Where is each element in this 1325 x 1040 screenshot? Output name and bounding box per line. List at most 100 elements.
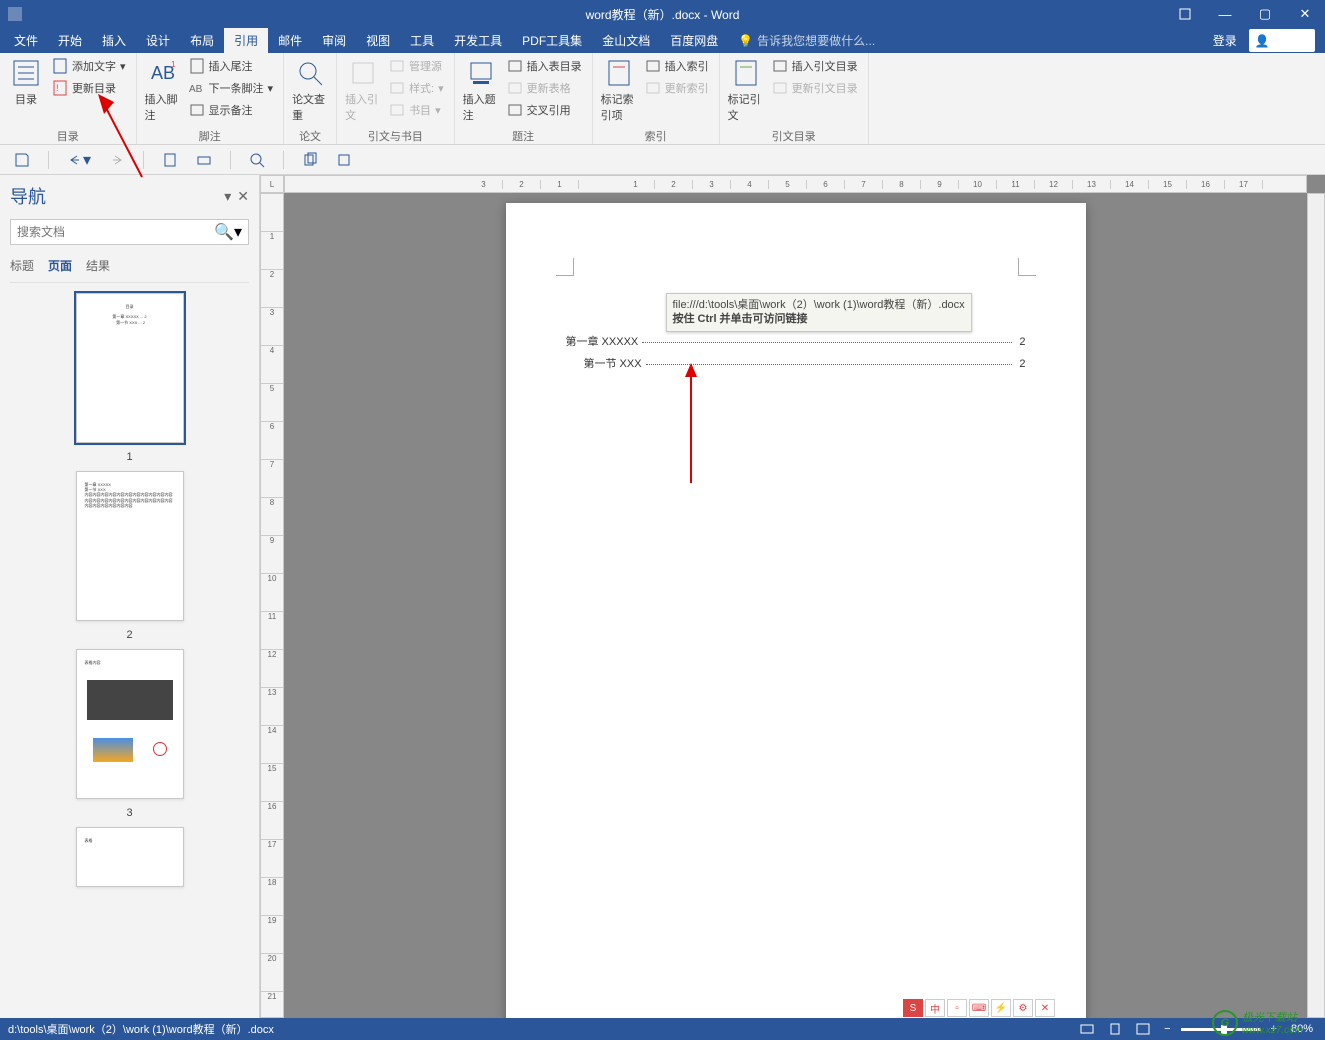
- print-button[interactable]: [196, 152, 212, 168]
- login-button[interactable]: 登录: [1207, 29, 1243, 52]
- document-page[interactable]: 第一章 XXXXX 2 第一节 XXX 2 file:///d:\tools\桌…: [506, 203, 1086, 1018]
- menu-home[interactable]: 开始: [48, 28, 92, 53]
- group-label-citations: 引文与书目: [343, 128, 448, 144]
- preview-button[interactable]: [249, 152, 265, 168]
- vertical-ruler[interactable]: 12345678910111213141516171819202122: [260, 193, 284, 1018]
- save-button[interactable]: [14, 152, 30, 168]
- close-button[interactable]: ✕: [1285, 0, 1325, 28]
- group-toc: 目录 添加文字 ▾ !更新目录 目录: [0, 53, 137, 144]
- nav-close-button[interactable]: ✕: [237, 188, 249, 205]
- view-print-layout[interactable]: [1104, 1020, 1126, 1038]
- thumbnail-page-4[interactable]: 表格: [76, 827, 184, 887]
- group-authorities: 标记引文 插入引文目录 更新引文目录 引文目录: [720, 53, 869, 144]
- group-research: 论文查重 论文: [284, 53, 337, 144]
- show-notes-button[interactable]: 显示备注: [185, 99, 278, 121]
- next-footnote-button[interactable]: AB下一条脚注 ▾: [185, 77, 278, 99]
- nav-tab-results[interactable]: 结果: [86, 257, 110, 274]
- menu-jinshan[interactable]: 金山文档: [592, 28, 660, 53]
- update-toc-button[interactable]: !更新目录: [48, 77, 130, 99]
- thumbnail-page-2[interactable]: 第一章 XXXXX第一节 XXX内容内容内容内容内容内容内容内容内容内容内容内容…: [76, 471, 184, 621]
- menu-insert[interactable]: 插入: [92, 28, 136, 53]
- tray-keyboard-icon[interactable]: ⌨: [969, 999, 989, 1017]
- nav-search[interactable]: 🔍▾: [10, 219, 249, 245]
- share-button[interactable]: 👤 共享: [1249, 29, 1315, 52]
- ruler-corner[interactable]: L: [260, 175, 284, 193]
- minimize-button[interactable]: —: [1205, 0, 1245, 28]
- insert-table-of-figures-button[interactable]: 插入表目录: [503, 55, 586, 77]
- vertical-scrollbar[interactable]: [1307, 193, 1325, 1018]
- status-path: d:\tools\桌面\work（2）\work (1)\word教程（新）.d…: [8, 1021, 1076, 1037]
- citation-style-button[interactable]: 样式: ▾: [385, 77, 448, 99]
- tray-lang-icon[interactable]: 中: [925, 999, 945, 1017]
- view-web-layout[interactable]: [1132, 1020, 1154, 1038]
- update-authorities-button[interactable]: 更新引文目录: [768, 77, 862, 99]
- hyperlink-tooltip: file:///d:\tools\桌面\work（2）\work (1)\wor…: [666, 293, 972, 332]
- add-text-button[interactable]: 添加文字 ▾: [48, 55, 130, 77]
- redo-button[interactable]: [109, 152, 125, 168]
- insert-footnote-button[interactable]: AB1 插入脚注: [143, 55, 183, 125]
- insert-caption-button[interactable]: 插入题注: [461, 55, 501, 125]
- menu-references[interactable]: 引用: [224, 28, 268, 53]
- nav-options[interactable]: ▾: [224, 188, 231, 205]
- menu-review[interactable]: 审阅: [312, 28, 356, 53]
- insert-index-button[interactable]: 插入索引: [641, 55, 713, 77]
- menu-developer[interactable]: 开发工具: [444, 28, 512, 53]
- cross-reference-button[interactable]: 交叉引用: [503, 99, 586, 121]
- menu-pdf[interactable]: PDF工具集: [512, 28, 592, 53]
- ribbon-display-options[interactable]: [1165, 0, 1205, 28]
- new-doc-button[interactable]: [162, 152, 178, 168]
- menu-mailings[interactable]: 邮件: [268, 28, 312, 53]
- annotation-arrow-2: [676, 363, 706, 483]
- thumb-label-2: 2: [126, 629, 132, 641]
- nav-search-input[interactable]: [17, 225, 214, 239]
- menu-layout[interactable]: 布局: [180, 28, 224, 53]
- view-read-mode[interactable]: [1076, 1020, 1098, 1038]
- copy-button[interactable]: [302, 152, 318, 168]
- menu-design[interactable]: 设计: [136, 28, 180, 53]
- svg-text:AB: AB: [189, 84, 203, 95]
- page-thumbnails: 目录第一章 XXXXX ... 2 第一节 XXX ... 2 1 第一章 XX…: [10, 283, 249, 1010]
- group-label-authorities: 引文目录: [726, 128, 862, 144]
- group-label-toc: 目录: [6, 128, 130, 144]
- update-index-button[interactable]: 更新索引: [641, 77, 713, 99]
- insert-endnote-button[interactable]: 插入尾注: [185, 55, 278, 77]
- tray-settings-icon[interactable]: ⚙: [1013, 999, 1033, 1017]
- menu-view[interactable]: 视图: [356, 28, 400, 53]
- ribbon: 目录 添加文字 ▾ !更新目录 目录 AB1 插入脚注 插入尾注 AB下一条脚注…: [0, 53, 1325, 145]
- undo-button[interactable]: ▾: [67, 150, 91, 170]
- bibliography-button[interactable]: 书目 ▾: [385, 99, 448, 121]
- maximize-button[interactable]: ▢: [1245, 0, 1285, 28]
- tell-me-search[interactable]: 💡 告诉我您想要做什么...: [728, 28, 885, 53]
- nav-tab-headings[interactable]: 标题: [10, 257, 34, 274]
- tray-sogou-icon[interactable]: S: [903, 999, 923, 1017]
- menu-baidu[interactable]: 百度网盘: [660, 28, 728, 53]
- insert-citation-button[interactable]: 插入引文: [343, 55, 383, 125]
- menu-tools[interactable]: 工具: [400, 28, 444, 53]
- mark-citation-button[interactable]: 标记引文: [726, 55, 766, 125]
- thumbnail-page-1[interactable]: 目录第一章 XXXXX ... 2 第一节 XXX ... 2: [76, 293, 184, 443]
- document-area: L 3211234567891011121314151617 123456789…: [260, 175, 1325, 1018]
- insert-authorities-button[interactable]: 插入引文目录: [768, 55, 862, 77]
- mark-entry-button[interactable]: 标记索引项: [599, 55, 639, 125]
- thumb-label-1: 1: [126, 451, 132, 463]
- search-icon[interactable]: 🔍▾: [214, 222, 242, 242]
- zoom-out[interactable]: −: [1160, 1021, 1174, 1037]
- tray-special-icon[interactable]: ⚡: [991, 999, 1011, 1017]
- group-label-footnotes: 脚注: [143, 128, 278, 144]
- update-table-button[interactable]: 更新表格: [503, 77, 586, 99]
- thumbnail-page-3[interactable]: 表格内容: [76, 649, 184, 799]
- format-button[interactable]: [336, 152, 352, 168]
- horizontal-ruler[interactable]: 3211234567891011121314151617: [284, 175, 1307, 193]
- research-button[interactable]: 论文查重: [290, 55, 330, 125]
- tray-close-icon[interactable]: ✕: [1035, 999, 1055, 1017]
- group-footnotes: AB1 插入脚注 插入尾注 AB下一条脚注 ▾ 显示备注 脚注: [137, 53, 285, 144]
- menu-file[interactable]: 文件: [4, 28, 48, 53]
- svg-text:1: 1: [171, 60, 176, 69]
- toc-entry-2[interactable]: 第一节 XXX 2: [566, 355, 1026, 371]
- tray-punct-icon[interactable]: ▫: [947, 999, 967, 1017]
- toc-entry-1[interactable]: 第一章 XXXXX 2: [566, 333, 1026, 349]
- nav-tab-pages[interactable]: 页面: [48, 257, 72, 274]
- title-bar: word教程（新）.docx - Word — ▢ ✕: [0, 0, 1325, 28]
- manage-sources-button[interactable]: 管理源: [385, 55, 448, 77]
- toc-button[interactable]: 目录: [6, 55, 46, 109]
